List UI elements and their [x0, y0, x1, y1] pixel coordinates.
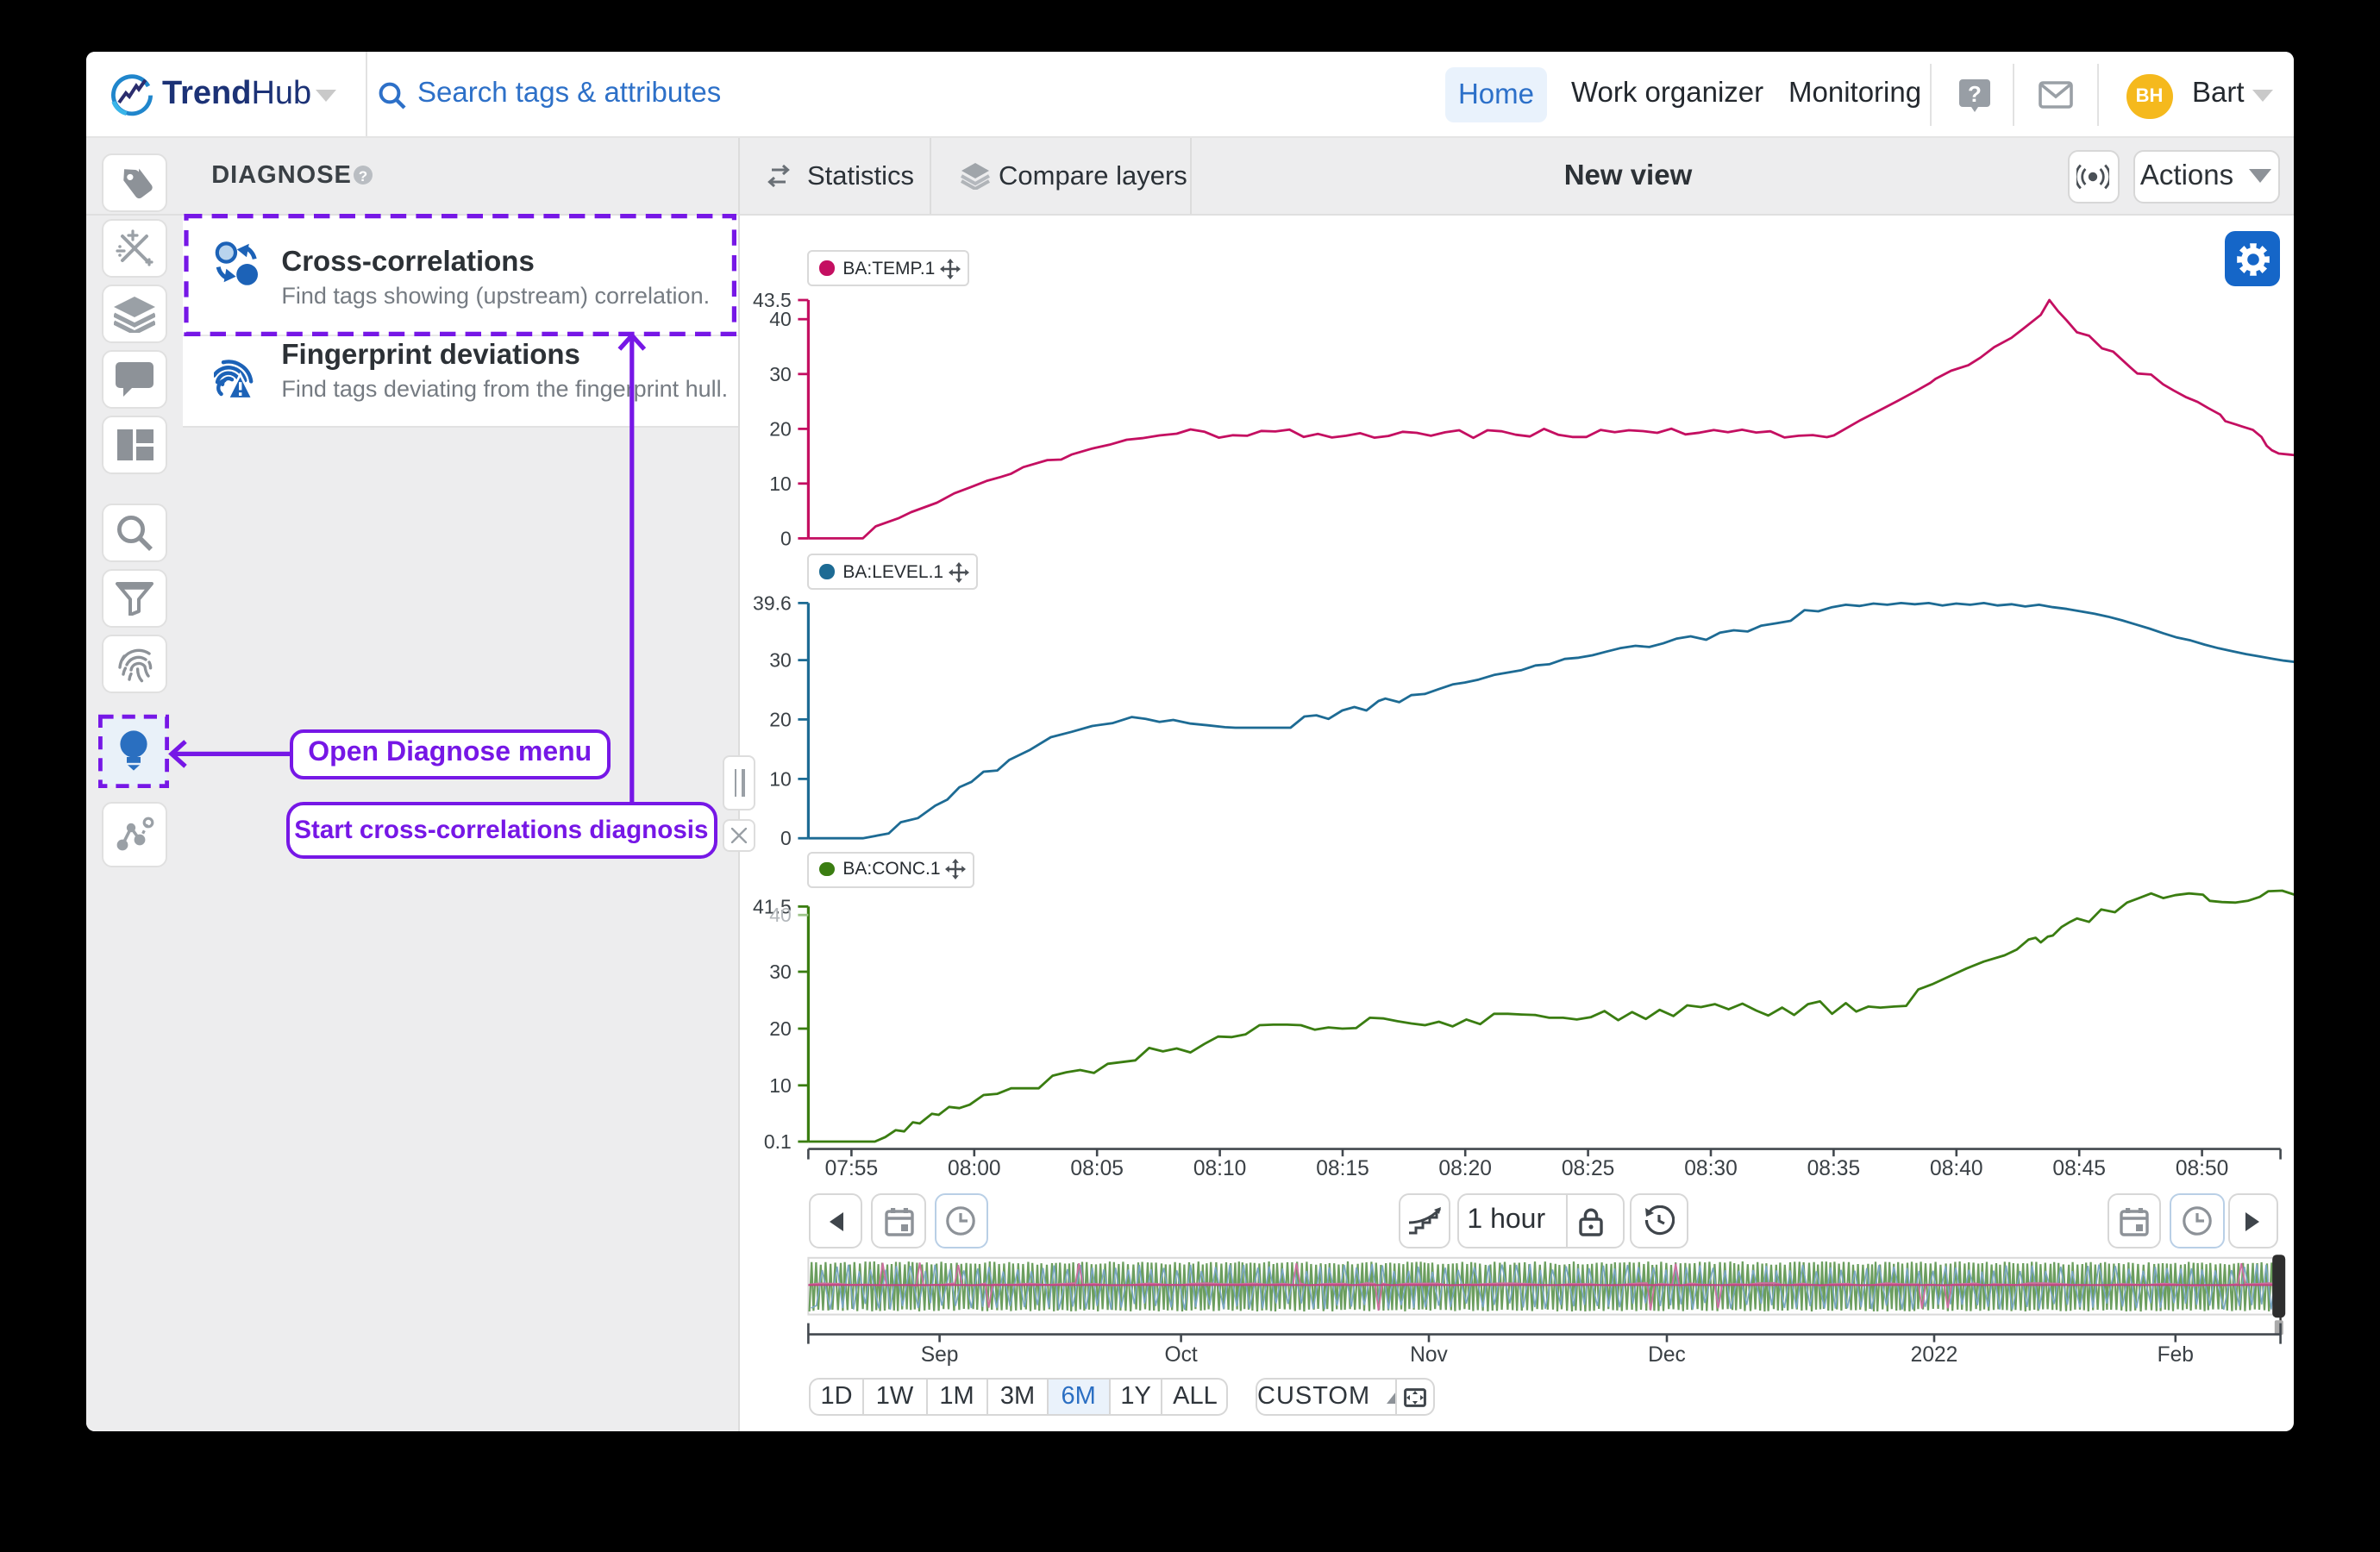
- svg-text:08:00: 08:00: [947, 1157, 1000, 1180]
- svg-text:0.1: 0.1: [763, 1130, 791, 1153]
- svg-text:Sep: Sep: [920, 1343, 958, 1367]
- svg-text:08:20: 08:20: [1438, 1157, 1492, 1180]
- svg-text:10: 10: [769, 767, 792, 790]
- svg-text:30: 30: [769, 363, 792, 385]
- svg-text:20: 20: [769, 1017, 792, 1040]
- svg-text:39.6: 39.6: [752, 591, 791, 614]
- svg-text:08:35: 08:35: [1807, 1157, 1860, 1180]
- svg-text:40: 40: [769, 904, 792, 926]
- svg-text:20: 20: [769, 417, 792, 440]
- svg-text:08:10: 08:10: [1193, 1157, 1246, 1180]
- svg-text:08:30: 08:30: [1684, 1157, 1738, 1180]
- svg-text:2022: 2022: [1910, 1343, 1957, 1367]
- svg-text:?: ?: [1968, 81, 1982, 107]
- svg-text:08:40: 08:40: [1929, 1157, 1982, 1180]
- svg-text:08:05: 08:05: [1070, 1157, 1124, 1180]
- svg-text:20: 20: [769, 708, 792, 730]
- svg-text:10: 10: [769, 1074, 792, 1097]
- svg-text:30: 30: [769, 649, 792, 672]
- svg-text:0: 0: [780, 827, 791, 849]
- svg-text:08:25: 08:25: [1561, 1157, 1614, 1180]
- svg-text:Dec: Dec: [1648, 1343, 1686, 1367]
- svg-text:Feb: Feb: [2157, 1343, 2193, 1367]
- svg-text:08:15: 08:15: [1316, 1157, 1369, 1180]
- svg-text:08:45: 08:45: [2052, 1157, 2106, 1180]
- svg-text:30: 30: [769, 961, 792, 983]
- svg-text:0: 0: [780, 527, 791, 549]
- svg-text:Oct: Oct: [1164, 1343, 1197, 1367]
- svg-text:08:50: 08:50: [2175, 1157, 2228, 1180]
- svg-text:40: 40: [769, 308, 792, 330]
- svg-text:Nov: Nov: [1410, 1343, 1448, 1367]
- svg-text:10: 10: [769, 472, 792, 495]
- svg-text:07:55: 07:55: [824, 1157, 878, 1180]
